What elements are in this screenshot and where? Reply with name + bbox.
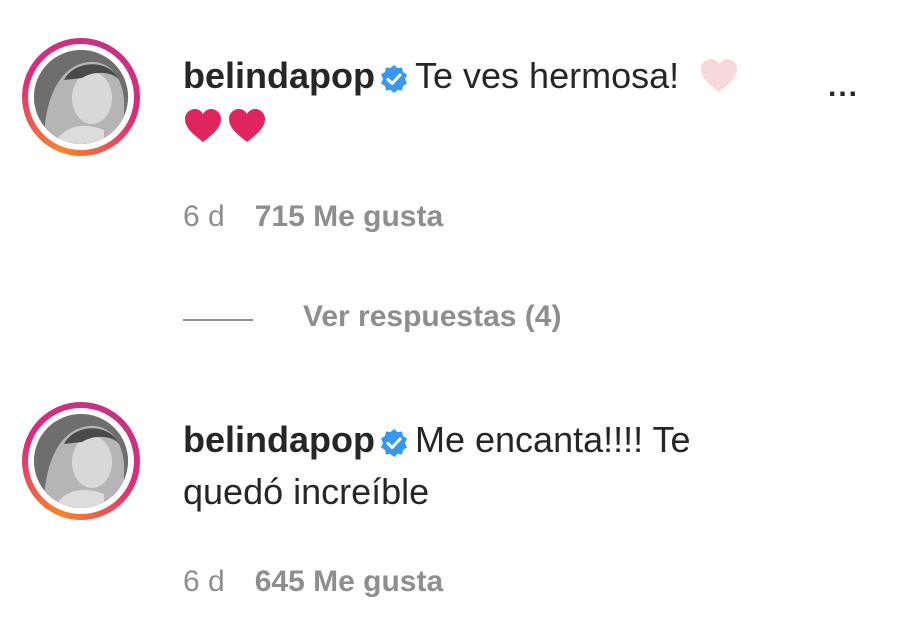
emoji-line: [183, 108, 267, 149]
avatar[interactable]: [34, 414, 128, 508]
comment-text: Me encanta!!!! Te: [415, 419, 691, 460]
avatar-photo-icon: [34, 414, 128, 508]
verified-badge-icon: [379, 56, 409, 108]
username[interactable]: belindapop: [183, 419, 375, 460]
avatar-border: [28, 44, 134, 150]
red-heart-icon: [227, 108, 267, 149]
pale-heart-icon: [699, 56, 739, 108]
comment-text: Te ves hermosa!: [415, 55, 680, 96]
comment-meta: 6 d 645 Me gusta: [183, 565, 443, 599]
verified-badge-icon: [379, 420, 409, 472]
red-heart-icon: [183, 108, 223, 149]
more-ellipsis[interactable]: ...: [828, 70, 859, 104]
timestamp[interactable]: 6 d: [183, 565, 225, 598]
comment-meta: 6 d 715 Me gusta: [183, 200, 443, 234]
comment-text-line2: quedó increíble: [183, 471, 430, 512]
view-replies-button[interactable]: Ver respuestas (4): [303, 300, 561, 334]
timestamp[interactable]: 6 d: [183, 200, 225, 233]
replies-divider: [183, 319, 253, 321]
username[interactable]: belindapop: [183, 55, 375, 96]
likes-count[interactable]: 715 Me gusta: [255, 200, 443, 233]
likes-count[interactable]: 645 Me gusta: [255, 565, 443, 598]
avatar[interactable]: [34, 50, 128, 144]
avatar-story-ring[interactable]: [22, 402, 140, 520]
avatar-photo-icon: [34, 50, 128, 144]
comment-body: belindapop Te ves hermosa!: [183, 50, 823, 108]
comment-body: belindapop Me encanta!!!! Te: [183, 414, 863, 472]
avatar-border: [28, 408, 134, 514]
avatar-story-ring[interactable]: [22, 38, 140, 156]
